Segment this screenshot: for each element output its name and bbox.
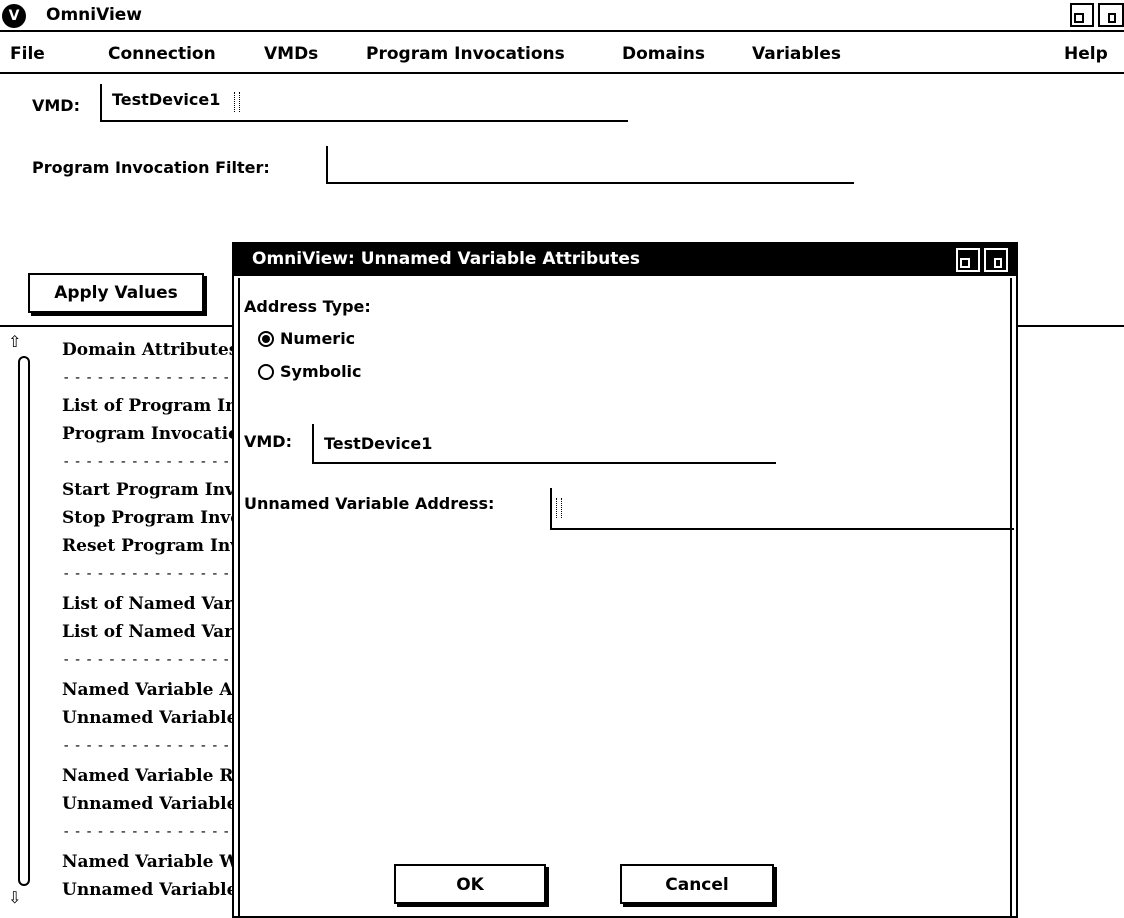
program-invocation-filter-input[interactable] — [326, 146, 854, 184]
list-item[interactable]: Named Variable Attributes — [62, 680, 232, 700]
menu-variables[interactable]: Variables — [752, 44, 841, 64]
list-item[interactable]: Stop Program Invocation — [62, 508, 232, 528]
vmd-label: VMD: — [32, 96, 80, 115]
divider — [1010, 325, 1124, 327]
cancel-label: Cancel — [665, 875, 729, 895]
menu-file[interactable]: File — [10, 44, 45, 64]
list-separator: -------------------- — [62, 824, 232, 840]
list-separator: -------------------- — [62, 454, 232, 470]
window-title: OmniView — [46, 5, 143, 25]
apply-values-label: Apply Values — [54, 283, 178, 303]
dialog-vmd-value: TestDevice1 — [324, 434, 433, 453]
numeric-radio[interactable] — [258, 331, 274, 347]
minimize-icon[interactable] — [1098, 3, 1124, 27]
unnamed-variable-address-input[interactable] — [550, 488, 1014, 530]
dialog-resize-icon[interactable] — [956, 248, 980, 272]
menu-vmds[interactable]: VMDs — [264, 44, 318, 64]
cancel-button[interactable]: Cancel — [620, 864, 774, 904]
omniview-logo-icon[interactable]: V — [2, 4, 26, 28]
symbolic-radio[interactable] — [258, 364, 274, 380]
scroll-down-icon[interactable]: ⇩ — [8, 888, 21, 907]
ok-label: OK — [456, 875, 484, 895]
list-item[interactable]: Domain Attributes — [62, 340, 232, 360]
dialog-vmd-label: VMD: — [244, 432, 292, 451]
list-item[interactable]: Program Invocation Attributes — [62, 424, 232, 444]
list-item[interactable]: Named Variable Read — [62, 766, 232, 786]
list-separator: -------------------- — [62, 738, 232, 754]
list-item[interactable]: Unnamed Variable Write — [62, 880, 232, 900]
list-item[interactable]: List of Program Invocations — [62, 396, 232, 416]
list-item[interactable]: Named Variable Write — [62, 852, 232, 872]
vmd-field[interactable]: TestDevice1 — [100, 84, 628, 122]
filter-label: Program Invocation Filter: — [32, 158, 270, 177]
symbolic-label[interactable]: Symbolic — [280, 362, 362, 381]
list-item[interactable]: List of Named Variables — [62, 594, 232, 614]
resize-icon[interactable] — [1070, 3, 1094, 27]
dialog-vmd-field[interactable]: TestDevice1 — [312, 424, 776, 464]
list-separator: -------------------- — [62, 566, 232, 582]
list-item[interactable]: List of Named Variable Lists — [62, 622, 232, 642]
title-bar — [0, 0, 1124, 32]
menu-connection[interactable]: Connection — [108, 44, 216, 64]
address-label: Unnamed Variable Address: — [244, 494, 495, 513]
list-item[interactable]: Unnamed Variable Attributes — [62, 708, 232, 728]
list-item[interactable]: Start Program Invocation — [62, 480, 232, 500]
apply-values-button[interactable]: Apply Values — [28, 273, 204, 313]
list-separator: -------------------- — [62, 652, 232, 668]
list-separator: -------------------- — [62, 370, 232, 386]
text-cursor — [556, 498, 562, 518]
menu-program-invocations[interactable]: Program Invocations — [366, 44, 565, 64]
ok-button[interactable]: OK — [394, 864, 546, 904]
address-type-label: Address Type: — [244, 297, 371, 316]
menu-help[interactable]: Help — [1064, 44, 1108, 64]
menu-domains[interactable]: Domains — [622, 44, 705, 64]
dialog-title: OmniView: Unnamed Variable Attributes — [252, 249, 641, 269]
scroll-up-icon[interactable]: ⇧ — [8, 332, 21, 351]
dialog-minimize-icon[interactable] — [984, 248, 1008, 272]
numeric-label[interactable]: Numeric — [280, 329, 355, 348]
scroll-track[interactable] — [18, 356, 30, 886]
list-item[interactable]: Unnamed Variable Read — [62, 794, 232, 814]
list-item[interactable]: Reset Program Invocation — [62, 536, 232, 556]
text-cursor — [234, 92, 240, 112]
vmd-value: TestDevice1 — [112, 90, 221, 109]
